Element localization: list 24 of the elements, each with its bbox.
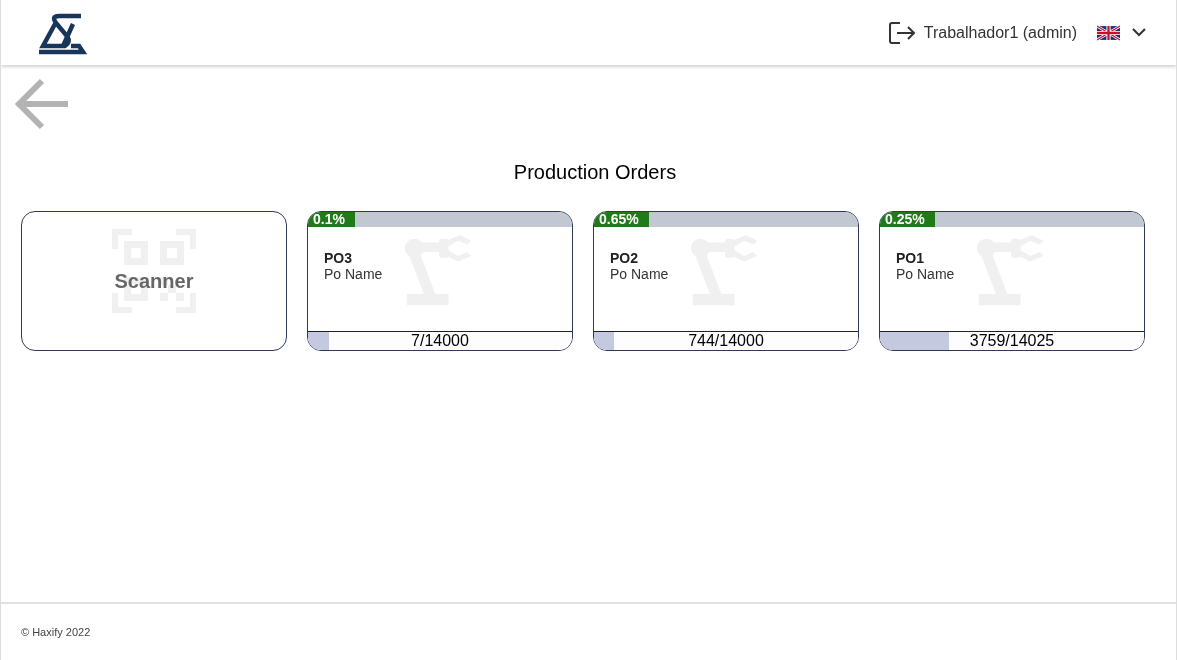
percent-badge: 0.65%	[594, 212, 649, 227]
scanner-card[interactable]: Scanner	[21, 211, 287, 351]
order-code: PO2	[610, 250, 639, 266]
user-name: Trabalhador1 (admin)	[923, 23, 1077, 42]
chevron-down-icon[interactable]	[1132, 28, 1146, 37]
order-code: PO3	[324, 250, 353, 266]
logo-icon	[37, 11, 87, 56]
order-card[interactable]: 0.1% PO3 Po Name 7/14000	[307, 211, 573, 351]
copyright-text: © Haxify 2022	[21, 626, 91, 638]
flag-icon[interactable]	[1097, 24, 1120, 41]
page-title: Production Orders	[512, 161, 678, 184]
order-name: Po Name	[610, 266, 670, 282]
order-card[interactable]: 0.25% PO1 Po Name 3759/14025	[879, 211, 1145, 351]
percent-badge: 0.25%	[880, 212, 935, 227]
order-card[interactable]: 0.65% PO2 Po Name 744/14000	[593, 211, 859, 351]
order-name: Po Name	[896, 266, 956, 282]
scanner-label: Scanner	[114, 269, 194, 293]
order-code: PO1	[896, 250, 925, 266]
percent-badge: 0.1%	[308, 212, 355, 227]
quantity-count: 7/14000	[411, 332, 469, 350]
order-name: Po Name	[324, 266, 384, 282]
quantity-count: 3759/14025	[969, 332, 1055, 350]
logout-icon[interactable]	[887, 20, 916, 45]
quantity-count: 744/14000	[688, 332, 764, 350]
